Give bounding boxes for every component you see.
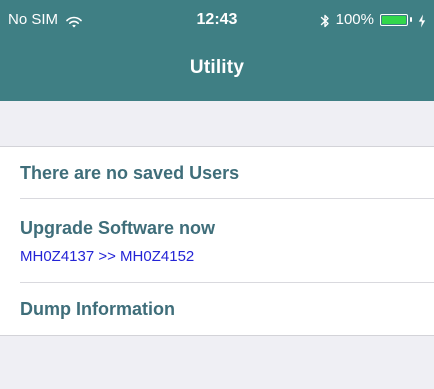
page-title: Utility [189, 57, 245, 78]
bluetooth-icon [320, 13, 330, 29]
version-upgrade-label: MH0Z4137 >> MH0Z4152 [20, 247, 195, 265]
app-screen: No SIM 12:43 100% Utility There are no s… [0, 0, 434, 389]
charging-icon [418, 14, 426, 28]
list-item-label: Dump Information [20, 299, 175, 319]
utility-list: There are no saved Users Upgrade Softwar… [0, 146, 434, 336]
list-item-label: Upgrade Software now [20, 217, 216, 238]
list-item-dump-information[interactable]: Dump Information [0, 283, 434, 335]
battery-fill [382, 15, 406, 24]
battery-icon [380, 13, 412, 26]
list-item-saved-users[interactable]: There are no saved Users [0, 147, 434, 199]
list-item-label: There are no saved Users [20, 163, 240, 183]
navigation-bar: No SIM 12:43 100% Utility [0, 0, 434, 101]
list-item-upgrade-software[interactable]: Upgrade Software now MH0Z4137 >> MH0Z415… [0, 199, 434, 283]
battery-body [380, 13, 408, 26]
status-right-group: 100% [320, 11, 426, 28]
battery-percent: 100% [335, 11, 374, 28]
status-bar: No SIM 12:43 100% [0, 0, 434, 40]
battery-tip [410, 17, 412, 22]
